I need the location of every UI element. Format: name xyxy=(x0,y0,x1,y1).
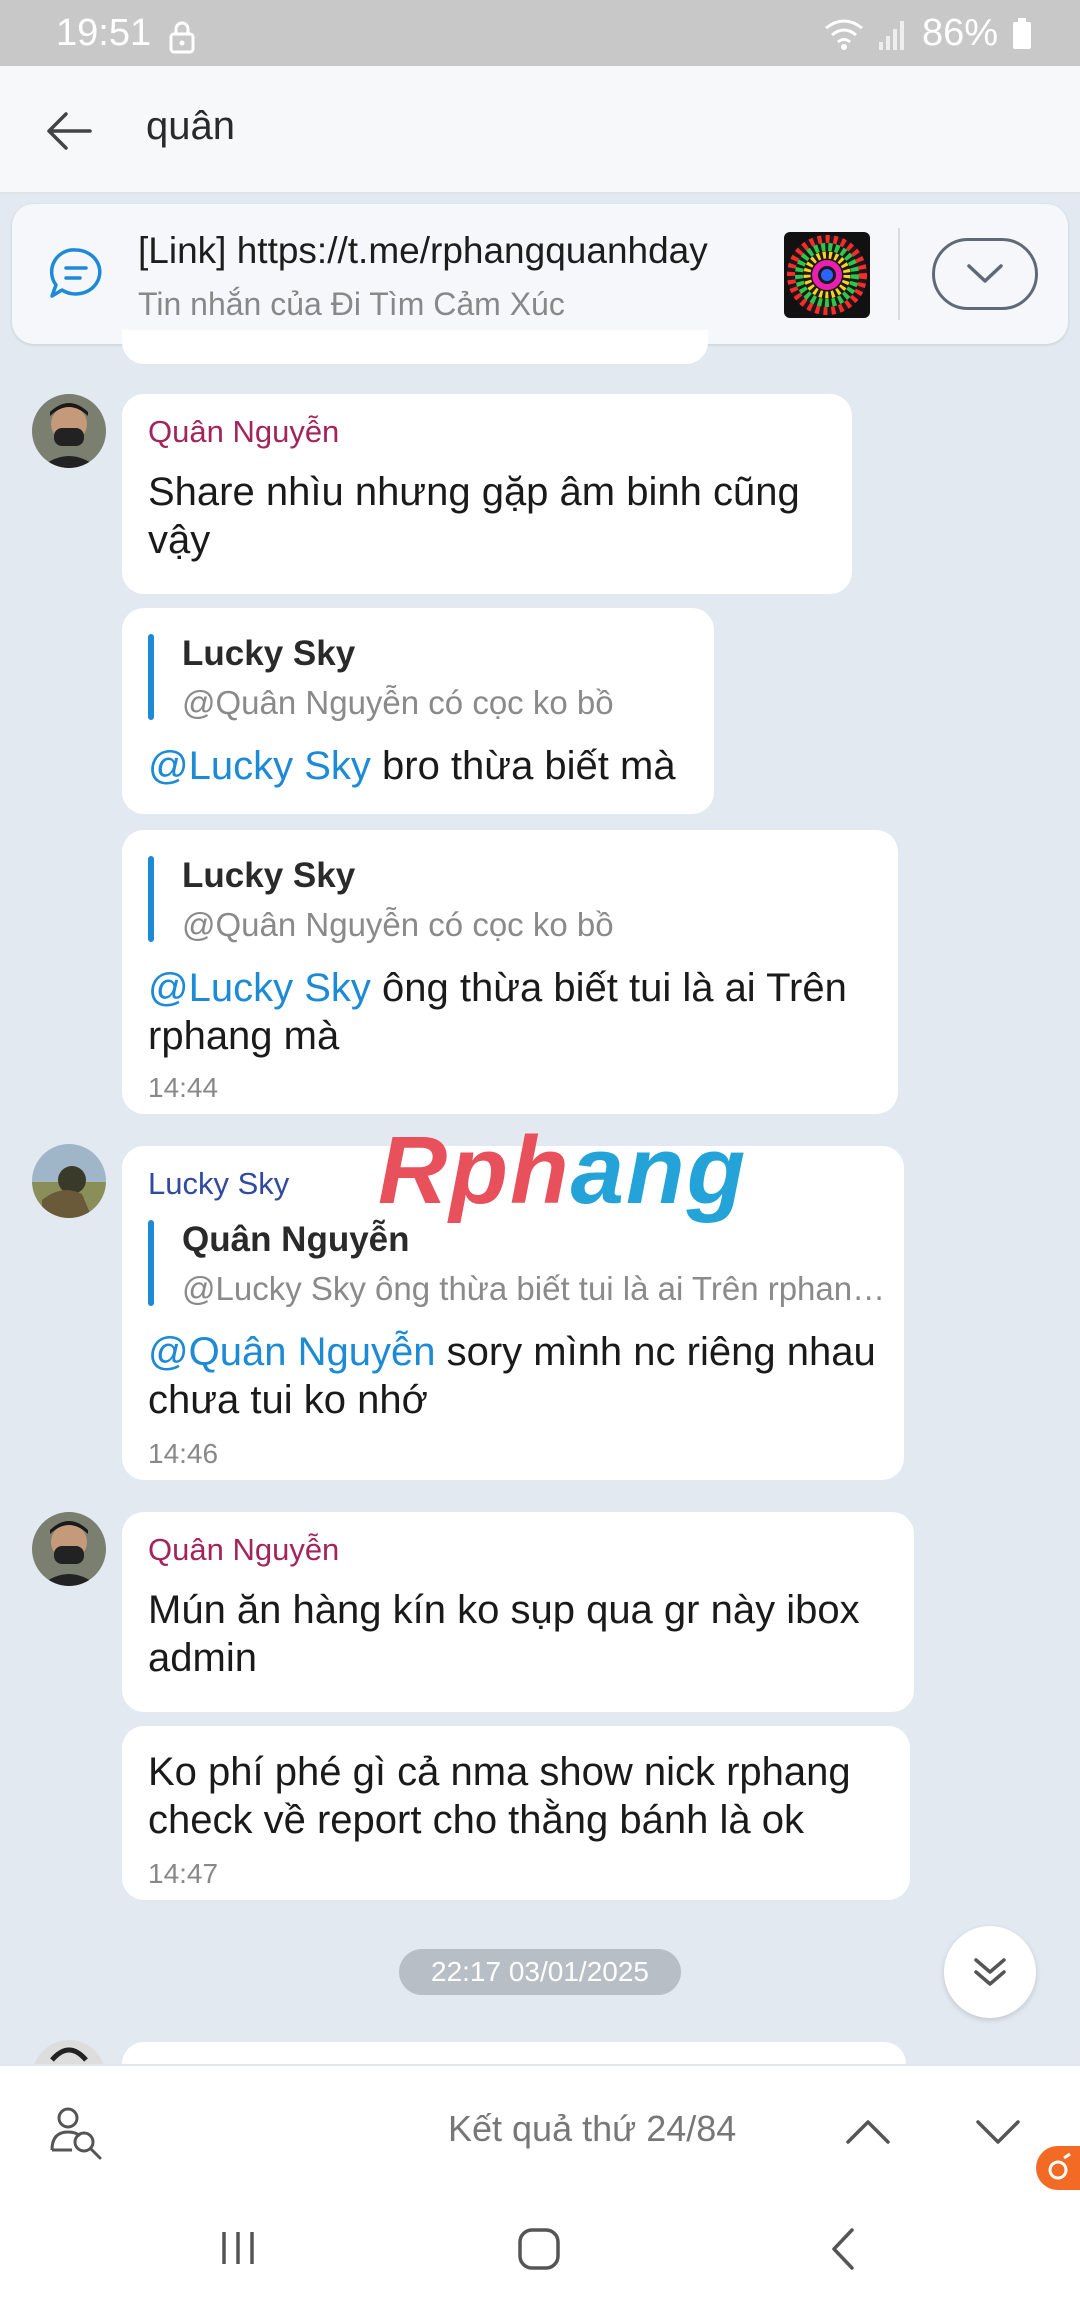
mention-link[interactable]: @Lucky Sky xyxy=(148,744,371,788)
back-icon[interactable] xyxy=(822,2226,866,2272)
search-input[interactable]: quân xyxy=(146,104,235,149)
system-nav-bar xyxy=(0,2192,1080,2316)
floating-assistant-tab[interactable] xyxy=(1036,2146,1080,2190)
wifi-icon xyxy=(825,19,863,50)
search-header: quân xyxy=(0,66,1080,194)
find-in-chat-icon[interactable] xyxy=(48,2104,104,2160)
message-sender[interactable]: Lucky Sky xyxy=(148,1166,289,1202)
message-text: @Lucky Sky bro thừa biết mà xyxy=(148,744,676,788)
previous-result-button[interactable] xyxy=(840,2106,896,2158)
quote-bar xyxy=(148,1220,154,1306)
date-divider: 22:17 03/01/2025 xyxy=(399,1949,681,1995)
scroll-to-bottom-button[interactable] xyxy=(944,1926,1036,2018)
search-result-count: Kết quả thứ 24/84 xyxy=(448,2108,737,2149)
lock-icon xyxy=(169,21,195,54)
quote-bar xyxy=(148,856,154,942)
message-text: Mún ăn hàng kín ko sụp qua gr này ibox a… xyxy=(148,1588,860,1680)
avatar-quan-nguyen[interactable] xyxy=(32,394,106,468)
next-result-button[interactable] xyxy=(970,2106,1026,2158)
message-text: Share nhìu nhưng gặp âm binh cũng vậy xyxy=(148,470,800,562)
double-chevron-down-icon xyxy=(974,1958,1006,1986)
message-text: Ko phí phé gì cả nma show nick rphang ch… xyxy=(148,1750,851,1842)
signal-icon xyxy=(878,20,904,50)
pinned-message[interactable]: [Link] https://t.me/rphangquanhday Tin n… xyxy=(12,204,1068,344)
message-bubble[interactable]: Quân Nguyễn Mún ăn hàng kín ko sụp qua g… xyxy=(122,1512,914,1712)
message-text: @Lucky Sky ông thừa biết tui là ai Trên … xyxy=(148,966,847,1058)
avatar-quan-nguyen[interactable] xyxy=(32,1512,106,1586)
pinned-divider xyxy=(898,228,900,320)
watermark-logo: Rphang xyxy=(378,1117,748,1224)
quote-name: Lucky Sky xyxy=(182,634,356,673)
quote-name: Quân Nguyễn xyxy=(182,1220,410,1259)
message-bubble-partial xyxy=(122,330,708,364)
quote-text: @Quân Nguyễn có cọc ko bồ xyxy=(182,906,614,943)
message-icon xyxy=(49,248,102,298)
back-arrow-icon[interactable] xyxy=(44,106,94,156)
search-result-bar: Kết quả thứ 24/84 xyxy=(0,2064,1080,2192)
mention-link[interactable]: @Lucky Sky xyxy=(148,966,371,1010)
quote-bar xyxy=(148,634,154,720)
status-time: 19:51 xyxy=(56,12,152,54)
quote-text: @Quân Nguyễn có cọc ko bồ xyxy=(182,684,614,721)
recent-apps-icon[interactable] xyxy=(216,2226,260,2270)
quote-text: @Lucky Sky ông thừa biết tui là ai Trên … xyxy=(182,1270,886,1307)
avatar-lucky-sky[interactable] xyxy=(32,1144,106,1218)
pinned-expand-button[interactable] xyxy=(932,238,1038,310)
message-sender[interactable]: Quân Nguyễn xyxy=(148,414,339,450)
pinned-thumbnail[interactable] xyxy=(784,232,870,318)
message-bubble[interactable]: Lucky Sky @Quân Nguyễn có cọc ko bồ @Luc… xyxy=(122,608,714,814)
home-icon[interactable] xyxy=(516,2226,562,2272)
status-bar: 19:51 86% xyxy=(0,0,1080,66)
message-time: 14:44 xyxy=(148,1072,219,1103)
pinned-link[interactable]: [Link] https://t.me/rphangquanhday xyxy=(138,230,708,272)
message-sender[interactable]: Quân Nguyễn xyxy=(148,1532,339,1568)
quote-name: Lucky Sky xyxy=(182,856,356,895)
message-bubble[interactable]: Lucky Sky @Quân Nguyễn có cọc ko bồ @Luc… xyxy=(122,830,898,1114)
message-bubble[interactable]: Quân Nguyễn Share nhìu nhưng gặp âm binh… xyxy=(122,394,852,594)
mention-link[interactable]: @Quân Nguyễn xyxy=(148,1330,435,1374)
chevron-down-icon xyxy=(967,264,1003,283)
message-time: 14:46 xyxy=(148,1438,219,1469)
message-time: 14:47 xyxy=(148,1858,219,1889)
battery-percent: 86% xyxy=(921,12,998,54)
battery-icon xyxy=(1013,17,1031,49)
message-text: @Quân Nguyễn sory mình nc riêng nhau chư… xyxy=(148,1330,876,1422)
pinned-subtitle: Tin nhắn của Đi Tìm Cảm Xúc xyxy=(138,286,565,322)
message-bubble[interactable]: Ko phí phé gì cả nma show nick rphang ch… xyxy=(122,1726,910,1900)
